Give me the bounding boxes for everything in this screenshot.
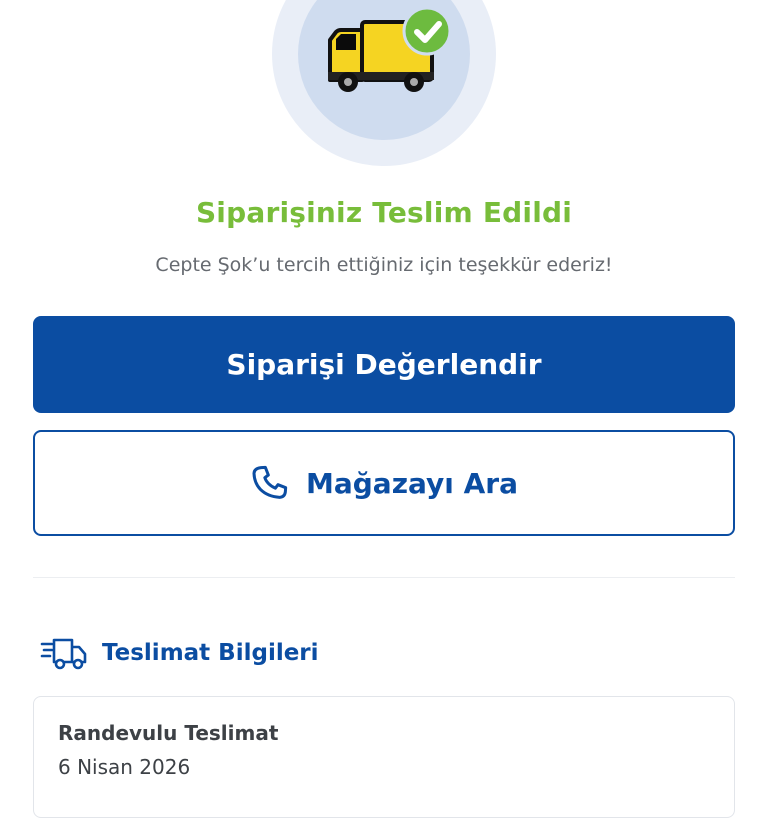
status-message: Cepte Şok’u tercih ettiğiniz için teşekk… <box>155 254 613 276</box>
call-store-button[interactable]: Mağazayı Ara <box>33 430 735 536</box>
status-title: Siparişiniz Teslim Edildi <box>195 196 573 229</box>
delivery-type: Randevulu Teslimat <box>58 721 279 745</box>
rate-order-button-label: Siparişi Değerlendir <box>226 348 542 381</box>
fast-delivery-truck-icon <box>40 638 87 670</box>
delivery-truck-check-icon <box>328 6 452 92</box>
delivery-info-header: Teslimat Bilgileri <box>40 636 319 670</box>
rate-order-button[interactable]: Siparişi Değerlendir <box>33 316 735 413</box>
section-divider <box>33 577 735 578</box>
phone-icon <box>252 465 288 499</box>
delivery-date: 6 Nisan 2026 <box>58 755 191 779</box>
call-store-button-label: Mağazayı Ara <box>306 466 518 500</box>
delivery-info-card: Randevulu Teslimat 6 Nisan 2026 <box>33 696 735 818</box>
delivery-info-title: Teslimat Bilgileri <box>102 640 319 666</box>
